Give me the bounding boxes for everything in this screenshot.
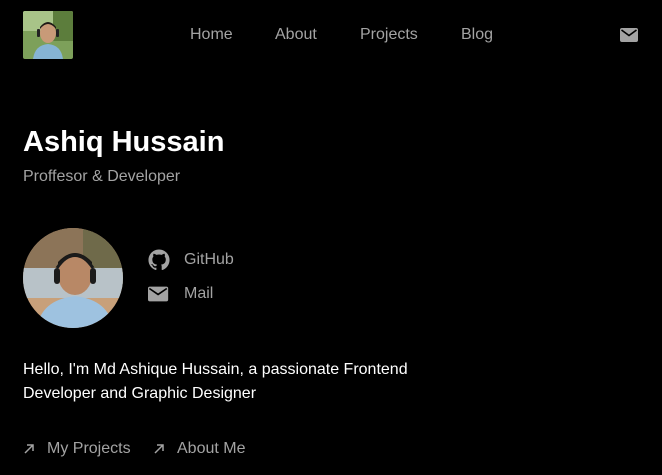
github-label: GitHub — [184, 251, 234, 268]
profile-photo-icon — [23, 228, 123, 328]
github-link[interactable]: GitHub — [148, 249, 234, 271]
page: Home About Projects Blog Ashiq Hussain P… — [0, 0, 662, 475]
nav-home[interactable]: Home — [190, 25, 233, 45]
logo-avatar[interactable] — [23, 11, 73, 59]
subtitle-role: Proffesor & Developer — [23, 168, 181, 185]
github-icon — [148, 249, 170, 271]
arrow-up-right-icon — [154, 444, 164, 454]
mail-link[interactable]: Mail — [148, 283, 213, 305]
logo-photo-icon — [23, 11, 73, 59]
nav-about[interactable]: About — [275, 25, 317, 45]
arrow-up-right-icon — [24, 444, 34, 454]
mail-icon[interactable] — [620, 27, 638, 43]
mail-label: Mail — [184, 285, 214, 302]
my-projects-link[interactable]: My Projects — [23, 439, 131, 459]
about-me-link[interactable]: About Me — [153, 439, 245, 459]
avatar — [23, 228, 123, 328]
nav-blog[interactable]: Blog — [461, 25, 493, 45]
mail-icon — [148, 286, 169, 302]
my-projects-label: My Projects — [47, 440, 131, 457]
site-header: Home About Projects Blog — [0, 0, 662, 70]
nav-projects[interactable]: Projects — [360, 25, 418, 45]
bio-text: Hello, I'm Md Ashique Hussain, a passion… — [23, 361, 408, 402]
page-title: Ashiq Hussain — [23, 126, 225, 158]
about-me-label: About Me — [177, 440, 246, 457]
